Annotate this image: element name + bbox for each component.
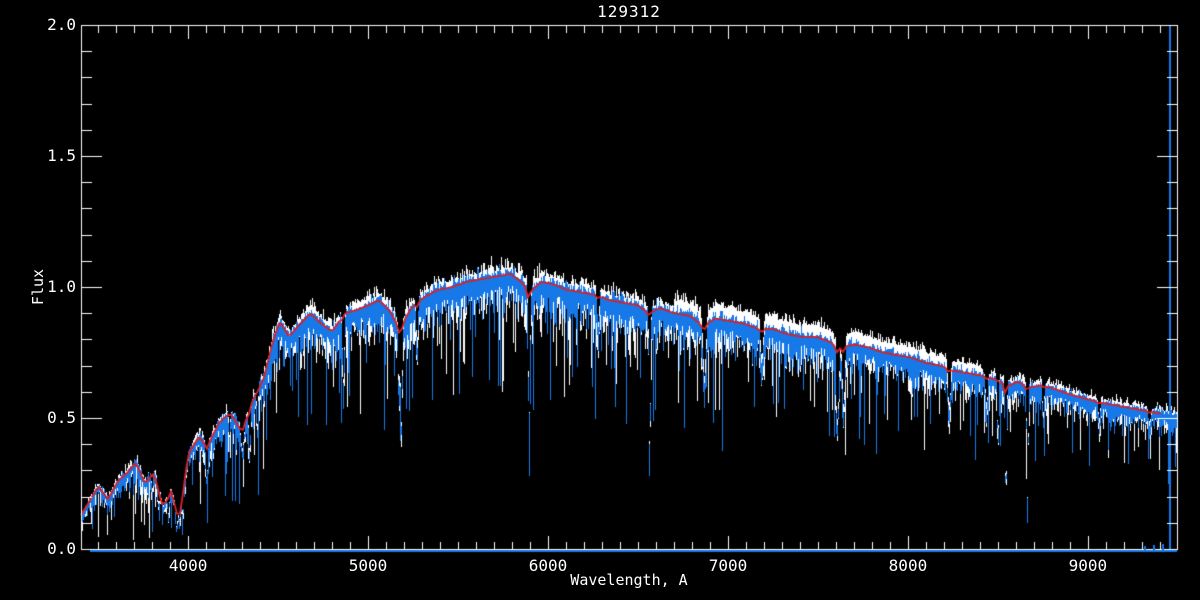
y-tick-label: 1.0 (47, 277, 76, 296)
x-tick-label: 5000 (348, 556, 388, 575)
y-tick-label: 0.0 (47, 539, 76, 558)
y-tick-label: 0.5 (47, 408, 76, 427)
x-tick-label: 6000 (528, 556, 568, 575)
spectrum-plot-canvas (0, 0, 1200, 600)
x-tick-label: 9000 (1068, 556, 1108, 575)
plot-title: 129312 (597, 2, 661, 21)
x-tick-label: 4000 (168, 556, 208, 575)
x-axis-label: Wavelength, A (570, 571, 688, 589)
y-tick-label: 2.0 (47, 15, 76, 34)
y-tick-label: 1.5 (47, 146, 76, 165)
spectrum-figure: 129312 Flux Wavelength, A 4000 5000 6000 70… (0, 0, 1200, 600)
x-tick-label: 8000 (888, 556, 928, 575)
x-tick-label: 7000 (708, 556, 748, 575)
